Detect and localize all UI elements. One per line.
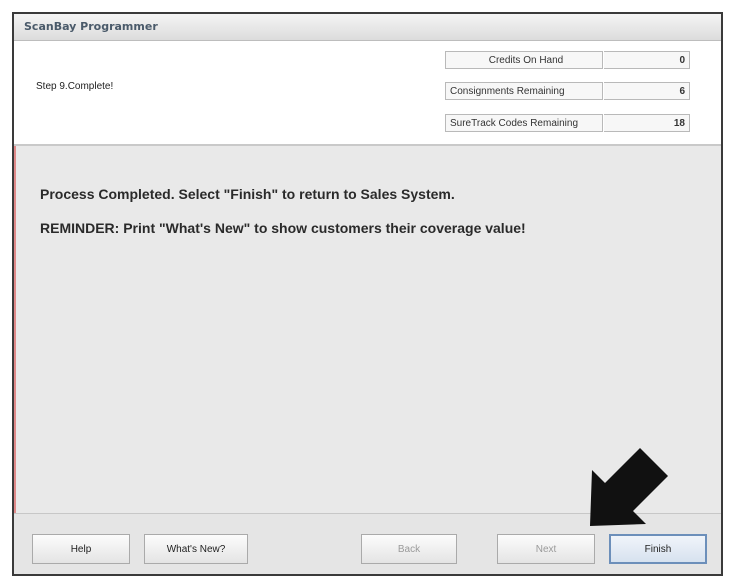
back-button[interactable]: Back	[361, 534, 457, 564]
completion-message: Process Completed. Select "Finish" to re…	[40, 186, 455, 202]
counter-credits-on-hand: Credits On Hand 0	[445, 51, 690, 71]
status-header: Step 9.Complete! Credits On Hand 0 Consi…	[14, 41, 721, 146]
pointer-arrow-icon	[590, 448, 668, 526]
help-button[interactable]: Help	[32, 534, 130, 564]
counter-consignments-remaining: Consignments Remaining 6	[445, 82, 690, 102]
counter-suretrack-codes-remaining: SureTrack Codes Remaining 18	[445, 114, 690, 134]
counter-value: 6	[604, 82, 690, 100]
counter-label: Credits On Hand	[445, 51, 603, 69]
title-bar: ScanBay Programmer	[14, 14, 721, 41]
reminder-message: REMINDER: Print "What's New" to show cus…	[40, 220, 526, 236]
counter-label: SureTrack Codes Remaining	[445, 114, 603, 132]
step-label: Step 9.Complete!	[36, 81, 114, 92]
finish-button[interactable]: Finish	[609, 534, 707, 564]
window-title: ScanBay Programmer	[24, 20, 158, 33]
next-button[interactable]: Next	[497, 534, 595, 564]
counter-value: 18	[604, 114, 690, 132]
counter-label: Consignments Remaining	[445, 82, 603, 100]
counter-value: 0	[604, 51, 690, 69]
whats-new-button[interactable]: What's New?	[144, 534, 248, 564]
